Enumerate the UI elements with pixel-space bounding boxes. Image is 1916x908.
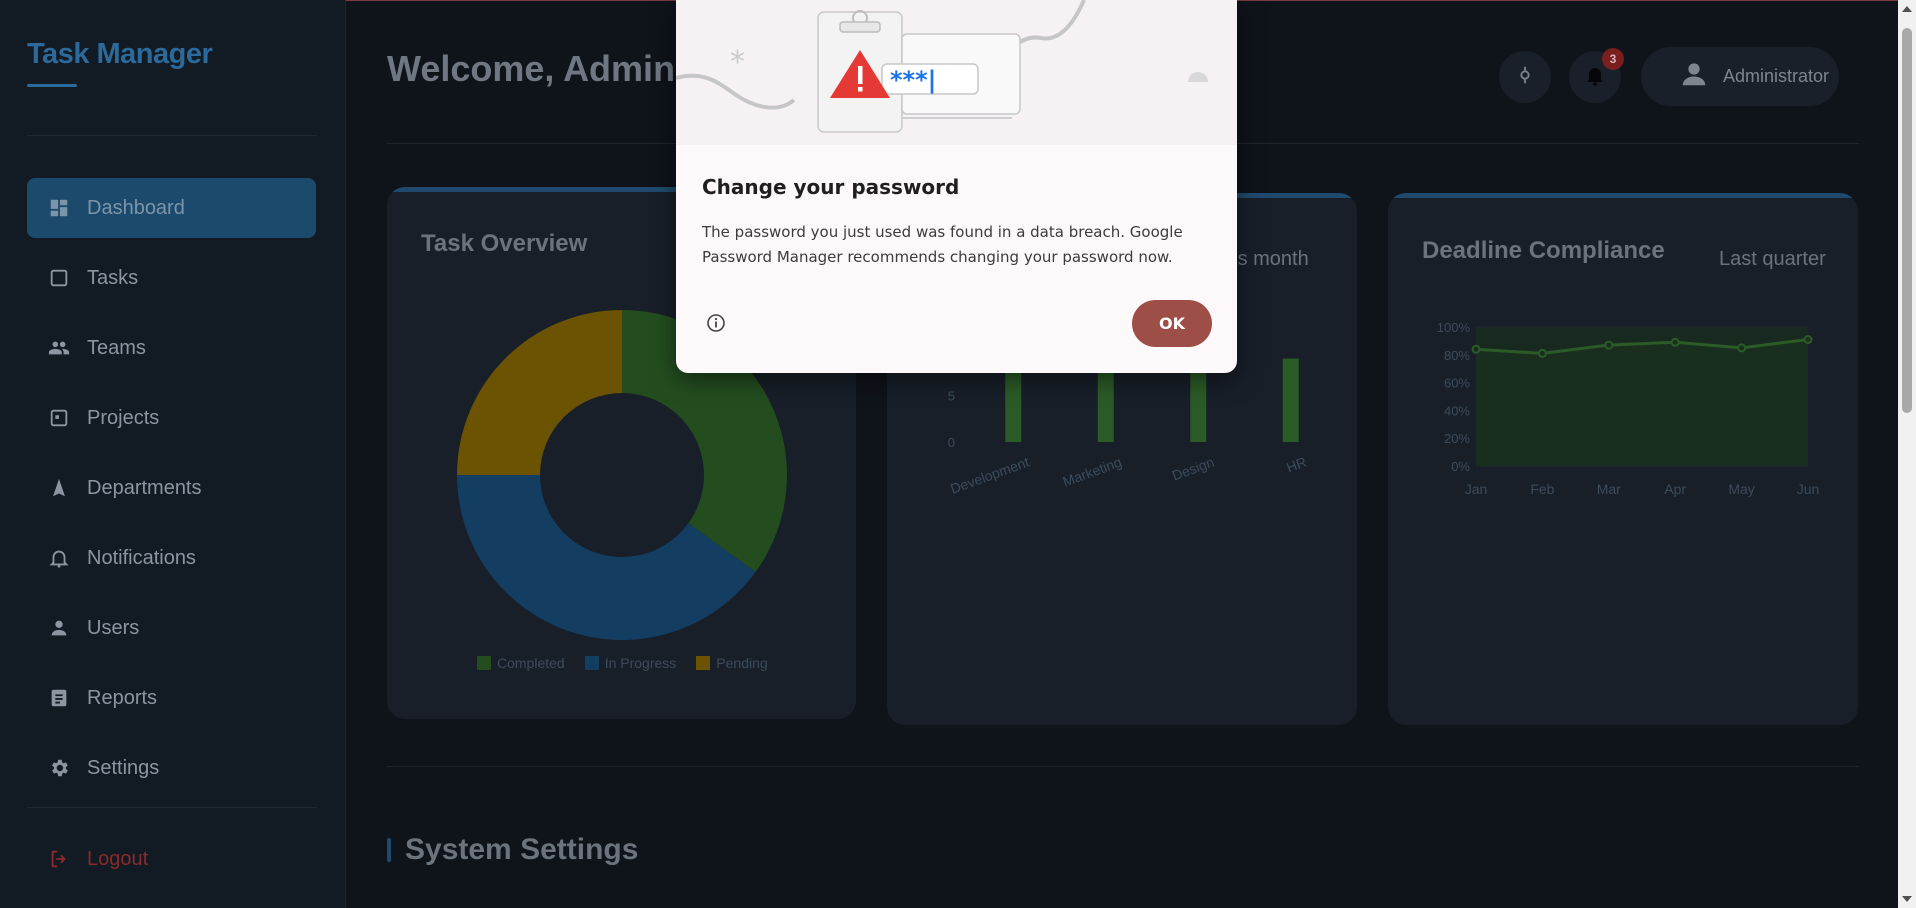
ok-button[interactable]: OK <box>1132 300 1212 347</box>
people-icon <box>47 336 71 360</box>
y-tick-label: 0% <box>1451 459 1470 474</box>
x-tick-label: Feb <box>1530 481 1554 497</box>
sidebar-item-label: Teams <box>87 336 146 359</box>
sidebar-item-label: Tasks <box>87 266 139 289</box>
data-point <box>1537 348 1547 358</box>
section-title: System Settings <box>405 833 639 866</box>
sidebar-item-label: Departments <box>87 476 202 499</box>
x-tick-label: May <box>1728 481 1754 497</box>
sidebar-item-label: Notifications <box>87 546 196 569</box>
notifications-button[interactable]: 3 <box>1569 48 1624 103</box>
sidebar-item-dashboard[interactable]: Dashboard <box>27 178 316 238</box>
section-divider <box>387 766 1859 767</box>
section-accent <box>387 838 391 862</box>
x-tick-label: Marketing <box>1060 454 1123 490</box>
x-tick-label: Jun <box>1797 481 1820 497</box>
legend-item[interactable]: Completed <box>477 655 565 671</box>
data-point <box>1471 344 1481 354</box>
info-icon[interactable] <box>706 313 726 333</box>
y-tick-label: 5 <box>948 389 955 404</box>
x-tick-label: Jan <box>1465 481 1488 497</box>
line-chart: 0% 20% 40% 60% 80% 100% Jan Feb Mar Apr May Jun <box>1437 320 1820 497</box>
theme-toggle-button[interactable] <box>1499 51 1551 103</box>
avatar <box>1679 59 1723 94</box>
legend-item[interactable]: In Progress <box>584 655 677 671</box>
sidebar-item-label: Projects <box>87 406 160 429</box>
user-name: Administrator <box>1723 66 1830 86</box>
x-tick-label: Apr <box>1664 481 1686 497</box>
bell-icon <box>47 546 71 570</box>
logout-icon <box>47 847 71 871</box>
y-tick-label: 80% <box>1444 348 1470 363</box>
password-mask-text: ***| <box>890 66 936 94</box>
logout-button[interactable]: Logout <box>27 829 316 889</box>
sidebar-item-settings[interactable]: Settings <box>27 738 316 798</box>
sidebar-item-reports[interactable]: Reports <box>27 668 316 728</box>
change-password-dialog: * ***| Change your password The password… <box>676 0 1237 373</box>
sidebar-divider <box>27 807 317 808</box>
notification-badge: 3 <box>1602 48 1624 70</box>
bell-icon <box>1583 63 1607 92</box>
y-tick-label: 100% <box>1437 320 1471 335</box>
navigation-arrow-icon <box>47 476 71 500</box>
breach-illustration: * ***| <box>676 0 1237 145</box>
svg-text:*: * <box>730 45 745 80</box>
user-icon <box>47 616 71 640</box>
bar <box>1282 358 1299 442</box>
legend-label: In Progress <box>604 655 677 671</box>
line-area <box>1476 339 1808 466</box>
data-point <box>1670 337 1680 347</box>
y-tick-label: 60% <box>1444 376 1470 391</box>
report-icon <box>47 686 71 710</box>
legend-swatch-completed <box>477 656 491 670</box>
legend-label: Completed <box>497 655 565 671</box>
x-tick-label: Development <box>948 454 1031 497</box>
sidebar-item-tasks[interactable]: Tasks <box>27 248 316 308</box>
sidebar-item-users[interactable]: Users <box>27 598 316 658</box>
legend-item[interactable]: Pending <box>696 655 768 671</box>
x-tick-label: Design <box>1170 454 1216 484</box>
sidebar-item-projects[interactable]: Projects <box>27 388 316 448</box>
dashboard-icon <box>47 196 71 220</box>
brand-title: Task Manager <box>27 38 213 70</box>
sidebar-item-label: Settings <box>87 756 160 779</box>
legend-swatch-in-progress <box>584 656 599 670</box>
data-point <box>1604 340 1614 350</box>
sidebar-item-label: Dashboard <box>87 196 185 219</box>
sidebar-item-label: Reports <box>87 686 158 709</box>
sidebar-item-teams[interactable]: Teams <box>27 318 316 378</box>
donut-slice-pending <box>457 310 622 475</box>
gear-icon <box>47 756 71 780</box>
sidebar-item-label: Users <box>87 616 140 639</box>
logout-label: Logout <box>87 847 149 870</box>
user-menu-button[interactable]: Administrator <box>1641 47 1839 106</box>
sidebar-item-departments[interactable]: Departments <box>27 458 316 518</box>
page-title: Welcome, Adminis <box>387 48 706 89</box>
password-warning-illustration: * ***| <box>676 0 1208 133</box>
y-tick-label: 40% <box>1444 403 1470 418</box>
dialog-message: The password you just used was found in … <box>702 223 1183 266</box>
brightness-icon <box>1514 64 1536 91</box>
sidebar-item-notifications[interactable]: Notifications <box>27 528 316 588</box>
sidebar-divider <box>27 135 317 136</box>
dialog-title: Change your password <box>702 175 960 199</box>
sidebar: Task Manager Dashboard Tasks Teams Proje… <box>0 0 346 908</box>
scroll-up-arrow[interactable] <box>1902 6 1912 12</box>
checkbox-icon <box>47 266 71 290</box>
brand-underline <box>27 84 77 87</box>
x-tick-label: HR <box>1284 454 1308 476</box>
chart-legend: Completed In Progress Pending <box>477 655 768 671</box>
y-tick-label: 0 <box>948 435 955 450</box>
scroll-down-arrow[interactable] <box>1902 896 1912 902</box>
project-icon <box>47 406 71 430</box>
y-tick-label: 20% <box>1444 431 1470 446</box>
x-tick-label: Mar <box>1597 481 1621 497</box>
scroll-thumb[interactable] <box>1902 28 1912 413</box>
legend-swatch-pending <box>696 656 711 670</box>
legend-label: Pending <box>716 655 768 671</box>
data-point <box>1737 343 1747 353</box>
data-point <box>1803 335 1813 345</box>
deadline-compliance-card: Deadline Compliance Last quarter 0% 20% 40… <box>1388 193 1858 725</box>
page-scrollbar[interactable] <box>1898 0 1916 908</box>
